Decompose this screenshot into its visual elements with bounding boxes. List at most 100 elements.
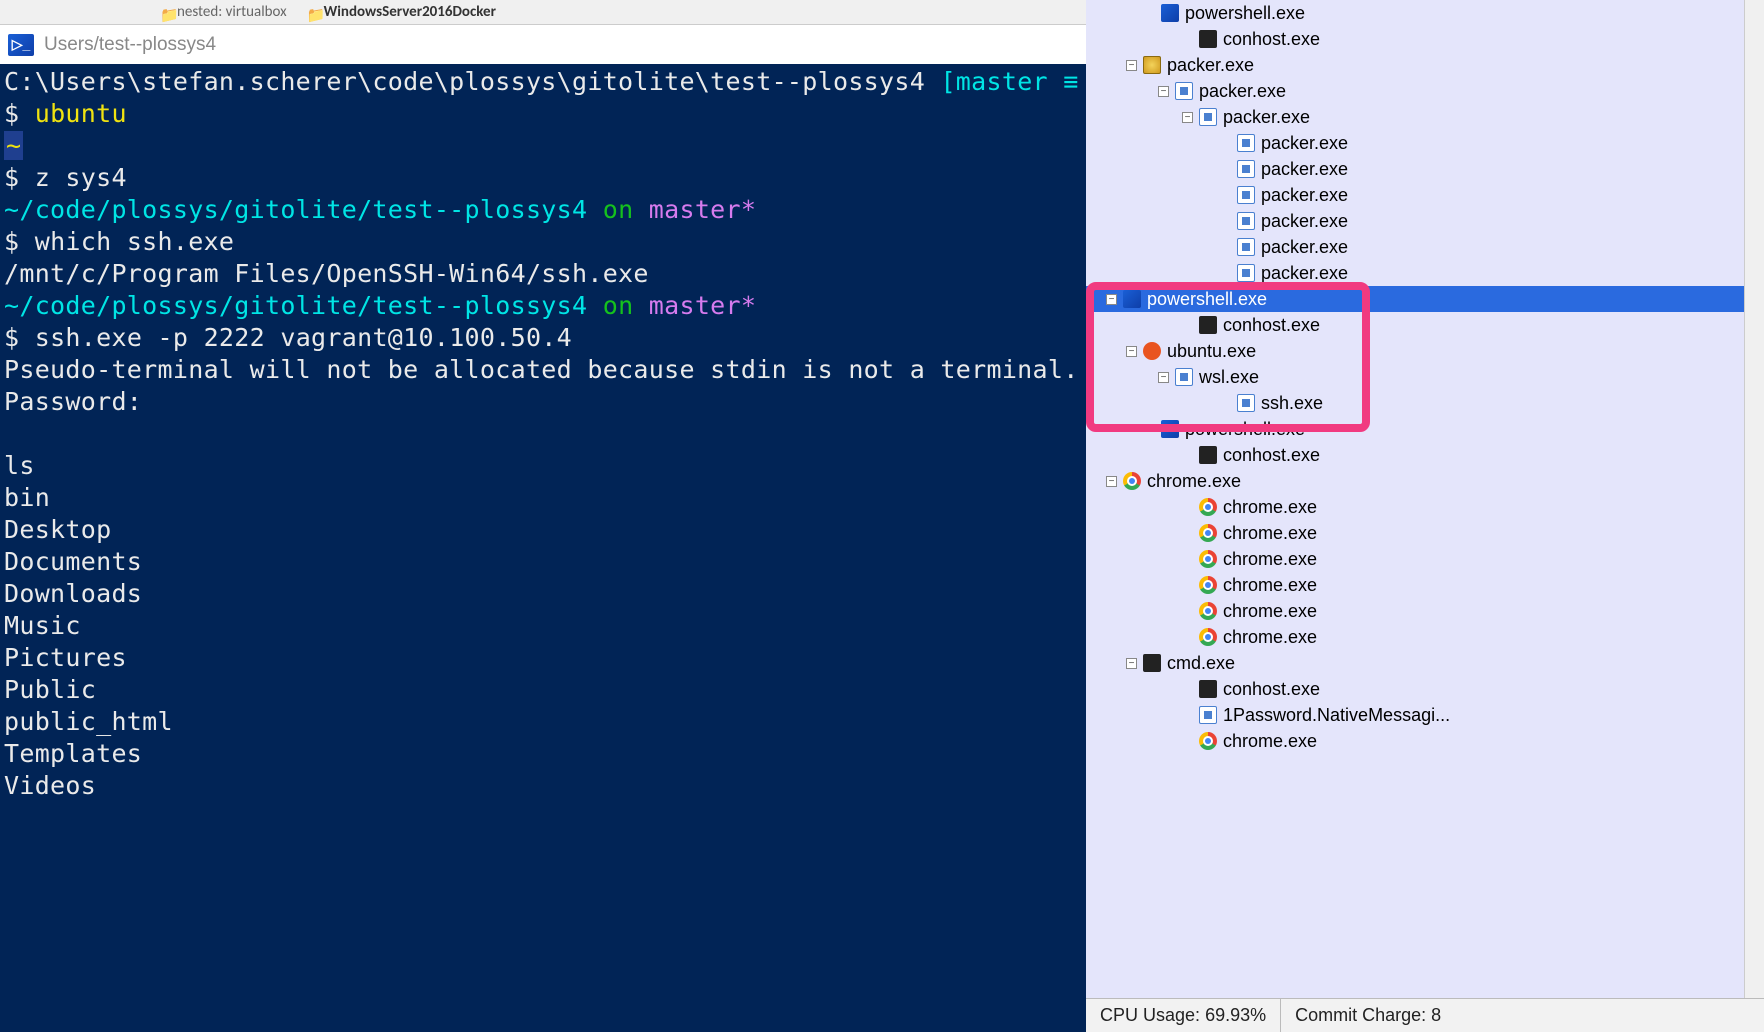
process-label: packer.exe xyxy=(1261,211,1348,232)
chrome-icon xyxy=(1199,732,1217,750)
winapp-icon xyxy=(1237,212,1255,230)
ps-icon xyxy=(1161,420,1179,438)
process-tree[interactable]: powershell.execonhost.exe−packer.exe−pac… xyxy=(1086,0,1764,998)
terminal[interactable]: C:\Users\stefan.scherer\code\plossys\git… xyxy=(0,64,1086,1032)
conhost-icon xyxy=(1199,30,1217,48)
process-label: conhost.exe xyxy=(1223,315,1320,336)
cmd-ls: ls xyxy=(4,451,35,480)
process-label: chrome.exe xyxy=(1223,549,1317,570)
powershell-icon: ▷_ xyxy=(8,34,34,56)
tree-expander-icon[interactable]: − xyxy=(1106,294,1117,305)
process-label: chrome.exe xyxy=(1147,471,1241,492)
process-row[interactable]: chrome.exe xyxy=(1086,572,1764,598)
process-row[interactable]: −ubuntu.exe xyxy=(1086,338,1764,364)
process-row[interactable]: −wsl.exe xyxy=(1086,364,1764,390)
process-label: packer.exe xyxy=(1261,133,1348,154)
tree-expander-icon[interactable]: − xyxy=(1126,346,1137,357)
which-output: /mnt/c/Program Files/OpenSSH-Win64/ssh.e… xyxy=(4,259,649,288)
prompt-char: $ xyxy=(4,99,19,128)
process-row[interactable]: chrome.exe xyxy=(1086,624,1764,650)
tree-expander-icon[interactable]: − xyxy=(1126,658,1137,669)
process-label: packer.exe xyxy=(1261,263,1348,284)
winapp-icon xyxy=(1199,108,1217,126)
ps-icon xyxy=(1123,290,1141,308)
process-row[interactable]: packer.exe xyxy=(1086,156,1764,182)
cmd-z: z sys4 xyxy=(35,163,127,192)
process-label: packer.exe xyxy=(1223,107,1310,128)
process-row[interactable]: conhost.exe xyxy=(1086,676,1764,702)
process-row[interactable]: ssh.exe xyxy=(1086,390,1764,416)
tree-expander-icon[interactable]: − xyxy=(1182,112,1193,123)
process-row[interactable]: conhost.exe xyxy=(1086,26,1764,52)
tab-nested[interactable]: 📁 nested: virtualbox xyxy=(150,2,297,22)
process-row[interactable]: powershell.exe xyxy=(1086,416,1764,442)
cwd: ~/code/plossys/gitolite/test--plossys4 xyxy=(4,195,587,224)
tree-expander-icon[interactable]: − xyxy=(1158,372,1169,383)
chrome-icon xyxy=(1199,498,1217,516)
branch-bracket: [ xyxy=(940,67,955,96)
cpu-label: CPU Usage: xyxy=(1100,1005,1200,1026)
chrome-icon xyxy=(1199,628,1217,646)
tree-expander-icon[interactable]: − xyxy=(1126,60,1137,71)
process-label: powershell.exe xyxy=(1185,419,1305,440)
folder-icon: 📁 xyxy=(160,6,172,18)
process-row[interactable]: chrome.exe xyxy=(1086,598,1764,624)
branch-star: master* xyxy=(649,195,756,224)
tab-label: WindowsServer2016Docker xyxy=(324,3,496,21)
process-row[interactable]: chrome.exe xyxy=(1086,546,1764,572)
prompt-path: C:\Users\stefan.scherer\code\plossys\git… xyxy=(4,67,925,96)
winapp-icon xyxy=(1237,394,1255,412)
process-label: packer.exe xyxy=(1167,55,1254,76)
winapp-icon xyxy=(1237,264,1255,282)
tree-expander-icon[interactable]: − xyxy=(1158,86,1169,97)
on-word: on xyxy=(603,195,634,224)
process-label: chrome.exe xyxy=(1223,575,1317,596)
process-row[interactable]: packer.exe xyxy=(1086,260,1764,286)
process-row[interactable]: chrome.exe xyxy=(1086,520,1764,546)
process-row[interactable]: chrome.exe xyxy=(1086,494,1764,520)
scrollbar[interactable] xyxy=(1744,0,1764,998)
process-row[interactable]: powershell.exe xyxy=(1086,0,1764,26)
process-row[interactable]: − packer.exe xyxy=(1086,52,1764,78)
winapp-icon xyxy=(1199,706,1217,724)
prompt-char: $ xyxy=(4,163,19,192)
window-title: Users/test--plossys4 xyxy=(44,34,216,56)
process-row[interactable]: chrome.exe xyxy=(1086,728,1764,754)
cmd-icon xyxy=(1143,654,1161,672)
process-row[interactable]: packer.exe xyxy=(1086,182,1764,208)
chrome-icon xyxy=(1123,472,1141,490)
process-row[interactable]: − chrome.exe xyxy=(1086,468,1764,494)
pseudo-msg: Pseudo-terminal will not be allocated be… xyxy=(4,355,1079,384)
process-row[interactable]: packer.exe xyxy=(1086,130,1764,156)
process-label: chrome.exe xyxy=(1223,627,1317,648)
branch-star: master* xyxy=(649,291,756,320)
process-row[interactable]: − packer.exe xyxy=(1086,104,1764,130)
process-label: 1Password.NativeMessagi... xyxy=(1223,705,1450,726)
process-row[interactable]: conhost.exe xyxy=(1086,442,1764,468)
process-label: chrome.exe xyxy=(1223,523,1317,544)
status-bar: CPU Usage: 69.93% Commit Charge: 8 xyxy=(1086,998,1764,1032)
process-row[interactable]: − cmd.exe xyxy=(1086,650,1764,676)
winapp-icon xyxy=(1237,134,1255,152)
tab-label: nested: virtualbox xyxy=(177,3,287,21)
tree-expander-icon[interactable]: − xyxy=(1106,476,1117,487)
cmd-ubuntu: ubuntu xyxy=(35,99,127,128)
process-row[interactable]: packer.exe xyxy=(1086,234,1764,260)
tab-wsd[interactable]: 📁 WindowsServer2016Docker xyxy=(297,2,506,22)
password-prompt: Password: xyxy=(4,387,142,416)
cmd-ssh: ssh.exe -p 2222 vagrant@10.100.50.4 xyxy=(35,323,572,352)
ls-output: bin Desktop Documents Downloads Music Pi… xyxy=(4,483,173,800)
process-label: cmd.exe xyxy=(1167,653,1235,674)
process-label: powershell.exe xyxy=(1147,289,1267,310)
process-row[interactable]: −packer.exe xyxy=(1086,78,1764,104)
process-row[interactable]: packer.exe xyxy=(1086,208,1764,234)
chrome-icon xyxy=(1199,576,1217,594)
process-row[interactable]: 1Password.NativeMessagi... xyxy=(1086,702,1764,728)
process-label: conhost.exe xyxy=(1223,29,1320,50)
conhost-icon xyxy=(1199,680,1217,698)
process-label: conhost.exe xyxy=(1223,679,1320,700)
cpu-value: 69.93% xyxy=(1205,1005,1266,1026)
process-row[interactable]: − powershell.exe xyxy=(1086,286,1764,312)
process-row[interactable]: conhost.exe xyxy=(1086,312,1764,338)
window-titlebar[interactable]: ▷_ Users/test--plossys4 xyxy=(0,24,1086,64)
